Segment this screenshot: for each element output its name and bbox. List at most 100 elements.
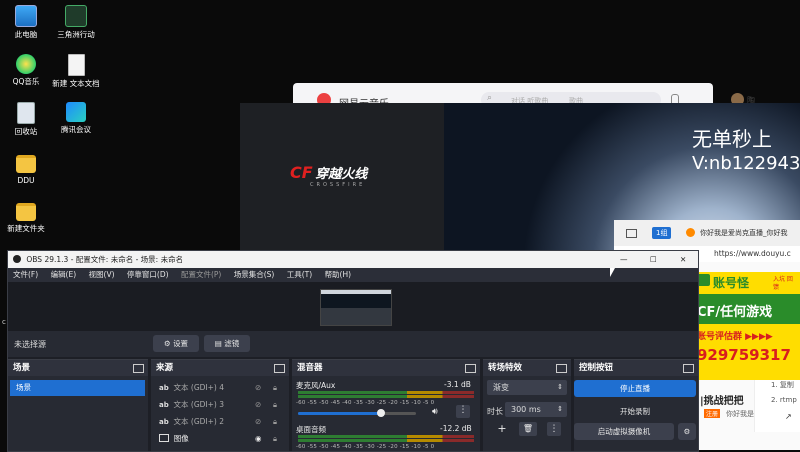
ad-green-bar: CF/任何游戏 [693,294,800,324]
lock-icon[interactable]: 🔒︎ [273,414,277,430]
delta-force-icon [65,5,87,27]
desktop-icon-new-folder[interactable]: 新建文件夹 [0,200,52,234]
lock-icon[interactable]: 🔒︎ [273,431,277,447]
desktop-icon-label: 新建 文本文档 [52,79,100,88]
desktop-icon-qq-music[interactable]: QQ音乐 [0,54,52,87]
start-recording-button[interactable]: 开始录制 [574,403,696,420]
filters-button-label: 滤镜 [224,339,240,348]
eye-icon[interactable]: ◉ [255,431,262,447]
volume-slider-handle[interactable] [376,409,385,417]
desktop-icon-this-pc[interactable]: 此电脑 [0,5,52,40]
speaker-icon[interactable]: 🔊︎ [432,407,438,417]
mouse-cursor-icon [610,268,615,277]
folder-icon [16,203,36,221]
menu-edit[interactable]: 编辑(E) [51,270,77,279]
filter-icon: ▤ [214,339,222,348]
eye-hidden-icon[interactable]: ⊘ [255,414,261,430]
volume-meter [298,391,474,394]
obs-window-title: OBS 29.1.3 - 配置文件: 未命名 - 场景: 未命名 [26,255,184,264]
undock-icon[interactable] [133,364,144,373]
virtual-camera-button[interactable]: 启动虚拟摄像机 [574,423,674,440]
meter-scale: -60 -55 -50 -45 -40 -35 -30 -25 -20 -15 … [296,444,435,450]
tab-sidebar-icon[interactable] [626,229,637,238]
duration-value: 300 ms [511,405,541,414]
volume-slider-fill [298,412,381,415]
add-transition-button[interactable]: + [493,422,511,436]
settings-button[interactable]: ⚙ 设置 [153,335,199,352]
maximize-button[interactable]: ☐ [650,251,657,268]
cf-logo-mark: CF [290,163,313,182]
source-item[interactable]: ab 文本 (GDI+) 3 ⊘ 🔒︎ [159,397,279,413]
duration-spinbox[interactable]: 300 ms ⇕ [505,402,567,417]
mixer-panel-header: 混音器 [292,360,480,376]
controls-panel: 控制按钮 停止直播 开始录制 启动虚拟摄像机 ⚙ [574,359,698,451]
ad-line-1: 账号怪 [713,276,750,290]
audio-mixer-panel: 混音器 麦克风/Aux -3.1 dB -60 -55 -50 -45 -40 … [292,359,480,451]
gear-icon: ⚙ [163,339,171,348]
more-options-icon[interactable]: ⋮ [456,405,470,418]
scenes-panel: 场景 场景 [8,359,148,451]
desktop-icon-label: 腾讯会议 [61,125,91,134]
ad-corner: 入坑 回馈 [773,276,793,291]
filters-button[interactable]: ▤ 滤镜 [204,335,250,352]
scenes-panel-title: 场景 [13,363,31,373]
undock-icon[interactable] [274,364,285,373]
browser-tab-title[interactable]: 你好我是爱尚克直播_你好我 [700,228,788,238]
side-item-1[interactable]: 1. 复制 [771,380,800,390]
menu-help[interactable]: 帮助(H) [325,270,352,279]
obs-window[interactable]: OBS 29.1.3 - 配置文件: 未命名 - 场景: 未命名 — ☐ ✕ 文… [7,250,699,452]
text-source-icon: ab [159,384,169,392]
url-field[interactable]: https://www.douyu.c [714,249,791,258]
sources-panel-header: 来源 [151,360,289,376]
menu-docks[interactable]: 停靠窗口(D) [127,270,169,279]
undock-icon[interactable] [556,364,567,373]
source-item[interactable]: ab 文本 (GDI+) 4 ⊘ 🔒︎ [159,380,279,396]
gear-icon[interactable]: ⚙ [678,423,696,440]
close-button[interactable]: ✕ [680,251,686,268]
partial-stream-title: |挑战把把 [700,396,744,407]
volume-meter [298,439,474,442]
ad-line-3: 账号评估群 ▶▶▶▶ [697,332,773,342]
desktop-icon-new-text-doc[interactable]: 新建 文本文档 [50,54,102,89]
douyu-favicon-icon [686,228,695,237]
text-source-icon: ab [159,401,169,409]
desktop-icon-tencent-meeting[interactable]: 腾讯会议 [50,102,102,135]
eye-hidden-icon[interactable]: ⊘ [255,380,261,396]
menu-file[interactable]: 文件(F) [13,270,38,279]
menu-view[interactable]: 视图(V) [89,270,115,279]
tab-group-badge[interactable]: 1组 [652,227,672,239]
undock-icon[interactable] [683,364,694,373]
lock-icon[interactable]: 🔒︎ [273,397,277,413]
lock-icon[interactable]: 🔒︎ [273,380,277,396]
arrow-icon[interactable]: ↗ [785,412,800,421]
page-sidebar: 1. 复制 2. rtmp ↗ [754,372,800,432]
volume-slider-track[interactable] [298,409,416,417]
folder-icon [16,155,36,173]
desktop-icon-ddu[interactable]: DDU [0,152,52,186]
menu-tools[interactable]: 工具(T) [287,270,312,279]
no-source-label: 未选择源 [14,340,46,349]
undock-icon[interactable] [465,364,476,373]
trash-icon[interactable]: 🗑︎ [519,422,537,436]
source-item[interactable]: ab 文本 (GDI+) 2 ⊘ 🔒︎ [159,414,279,430]
stop-streaming-button[interactable]: 停止直播 [574,380,696,397]
mixer-channel-name: 桌面音频 [296,425,326,434]
account-ad-banner[interactable]: 账号怪 入坑 回馈 CF/任何游戏 账号评估群 ▶▶▶▶ 929759317 [693,272,800,380]
minimize-button[interactable]: — [620,251,628,268]
desktop-icon-delta-force[interactable]: 三角洲行动 [50,5,102,40]
transitions-panel-header: 转场特效 [483,360,571,376]
obs-preview[interactable] [8,282,698,331]
text-document-icon [67,54,85,76]
desktop-icon-recycle-bin[interactable]: 回收站 [0,102,52,137]
updown-icon: ⇕ [557,405,563,413]
mixer-channel-name: 麦克风/Aux [296,381,336,390]
scene-item-selected[interactable]: 场景 [10,380,145,396]
menu-scene-collection[interactable]: 场景集合(S) [234,270,275,279]
menu-profile[interactable]: 配置文件(P) [181,270,221,279]
more-options-icon[interactable]: ⋮ [547,422,561,436]
side-item-2[interactable]: 2. rtmp [771,396,800,404]
obs-titlebar[interactable]: OBS 29.1.3 - 配置文件: 未命名 - 场景: 未命名 — ☐ ✕ [8,251,698,268]
transition-type-select[interactable]: 渐变 ⇕ [487,380,567,395]
eye-hidden-icon[interactable]: ⊘ [255,397,261,413]
source-item[interactable]: 图像 ◉ 🔒︎ [159,431,279,447]
